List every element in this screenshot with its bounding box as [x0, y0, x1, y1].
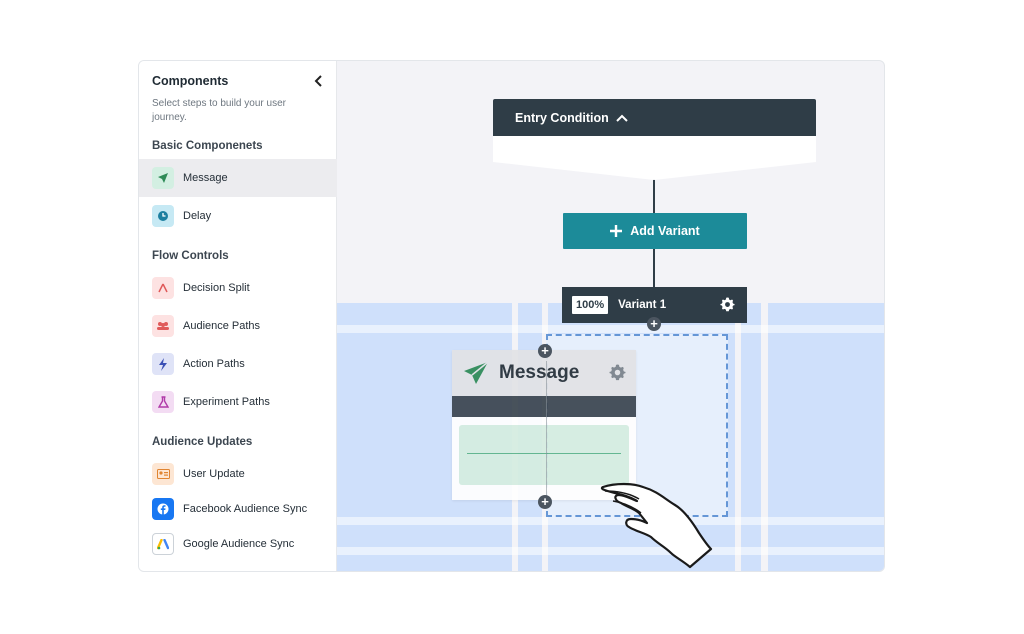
collapse-sidebar-button[interactable]	[311, 73, 327, 89]
components-sidebar: Components Select steps to build your us…	[139, 61, 337, 571]
plus-icon	[610, 225, 623, 237]
paper-plane-icon	[464, 361, 489, 384]
component-label: User Update	[183, 468, 245, 480]
journey-builder-card: Components Select steps to build your us…	[138, 60, 885, 572]
component-message[interactable]: Message	[139, 159, 337, 197]
message-card-title: Message	[499, 362, 580, 383]
entry-condition-pointer	[493, 162, 816, 180]
connector-line	[653, 249, 655, 287]
flask-icon	[152, 391, 174, 413]
section-audience-updates: Audience Updates	[152, 436, 253, 448]
component-label: Action Paths	[183, 358, 245, 370]
sidebar-subtitle: Select steps to build your user journey.	[152, 98, 286, 123]
component-delay[interactable]: Delay	[139, 197, 337, 235]
add-step-plus-icon[interactable]: +	[538, 495, 552, 509]
entry-condition-label: Entry Condition	[515, 110, 609, 125]
component-label: Message	[183, 172, 228, 184]
component-label: Facebook Audience Sync	[183, 503, 308, 515]
gear-icon[interactable]	[720, 297, 735, 312]
connector-line	[653, 178, 655, 213]
component-audience-paths[interactable]: Audience Paths	[139, 307, 337, 345]
component-label: Experiment Paths	[183, 396, 270, 408]
connector-line	[546, 361, 547, 501]
variant-percentage-badge: 100%	[572, 296, 609, 314]
component-label: Audience Paths	[183, 320, 261, 332]
section-flow-controls: Flow Controls	[152, 250, 229, 262]
section-basic-components: Basic Componenets	[152, 140, 263, 152]
entry-condition-body	[493, 136, 816, 162]
chevron-left-icon	[314, 75, 322, 87]
component-decision-split[interactable]: Decision Split	[139, 269, 337, 307]
paper-plane-icon	[152, 167, 174, 189]
grid-gap	[337, 325, 884, 333]
entry-condition-header[interactable]: Entry Condition	[493, 99, 816, 136]
component-label: Google Audience Sync	[183, 538, 295, 550]
component-label: Decision Split	[183, 282, 250, 294]
clock-icon	[152, 205, 174, 227]
add-variant-button[interactable]: Add Variant	[563, 213, 747, 249]
chevron-up-icon	[616, 114, 628, 122]
sidebar-title: Components	[152, 74, 229, 88]
component-label: Delay	[183, 210, 212, 222]
message-card-bar	[452, 396, 636, 417]
component-experiment-paths[interactable]: Experiment Paths	[139, 383, 337, 421]
variant-name: Variant 1	[618, 299, 667, 311]
component-google-audience-sync[interactable]: Google Audience Sync	[139, 525, 337, 563]
add-variant-label: Add Variant	[630, 224, 700, 238]
id-card-icon	[152, 463, 174, 485]
split-icon	[152, 277, 174, 299]
gear-icon[interactable]	[609, 364, 626, 381]
component-facebook-audience-sync[interactable]: Facebook Audience Sync	[139, 490, 337, 528]
add-step-plus-icon[interactable]: +	[647, 317, 661, 331]
hand-cursor-icon	[600, 482, 713, 569]
component-user-update[interactable]: User Update	[139, 455, 337, 493]
journey-canvas[interactable]: Entry Condition Add Variant 100% Variant…	[337, 61, 884, 571]
grid-block	[741, 303, 761, 571]
add-step-plus-icon[interactable]: +	[538, 344, 552, 358]
message-card-divider	[467, 453, 621, 454]
google-ads-icon	[152, 533, 174, 555]
grid-block	[768, 303, 884, 571]
component-action-paths[interactable]: Action Paths	[139, 345, 337, 383]
people-icon	[152, 315, 174, 337]
lightning-icon	[152, 353, 174, 375]
facebook-icon	[152, 498, 174, 520]
